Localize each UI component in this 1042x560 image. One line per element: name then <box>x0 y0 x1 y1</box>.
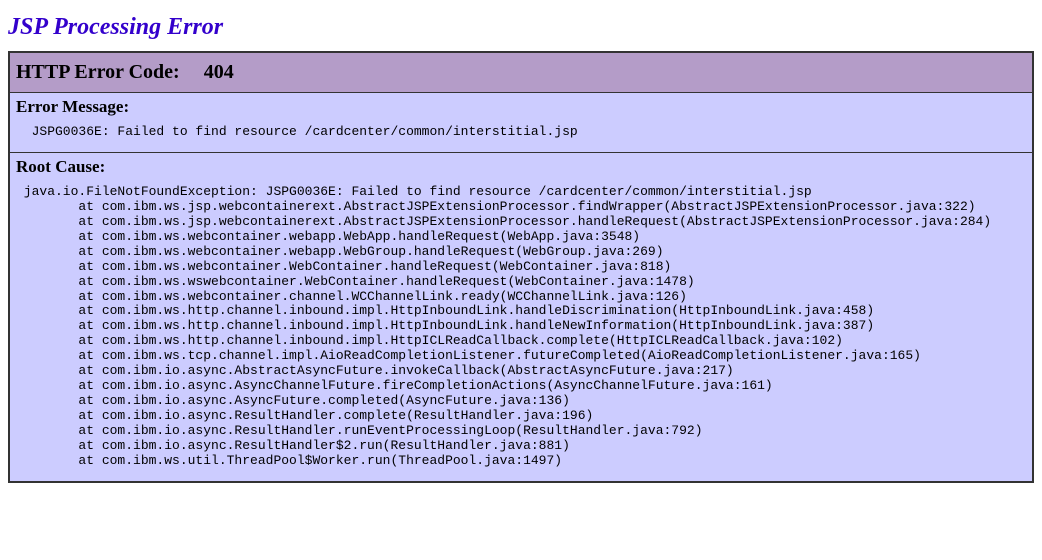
root-cause-stacktrace: java.io.FileNotFoundException: JSPG0036E… <box>16 185 1026 469</box>
page-title: JSP Processing Error <box>8 14 1034 41</box>
http-error-code: 404 <box>204 61 234 83</box>
root-cause-section: Root Cause: java.io.FileNotFoundExceptio… <box>10 153 1032 481</box>
http-error-row: HTTP Error Code: 404 <box>10 53 1032 92</box>
error-message-heading: Error Message: <box>16 97 1026 117</box>
root-cause-heading: Root Cause: <box>16 157 1026 177</box>
error-message-section: Error Message: JSPG0036E: Failed to find… <box>10 93 1032 152</box>
http-error-label: HTTP Error Code: <box>16 61 180 83</box>
error-message-text: JSPG0036E: Failed to find resource /card… <box>16 125 1026 140</box>
error-table: HTTP Error Code: 404 Error Message: JSPG0… <box>8 51 1034 483</box>
